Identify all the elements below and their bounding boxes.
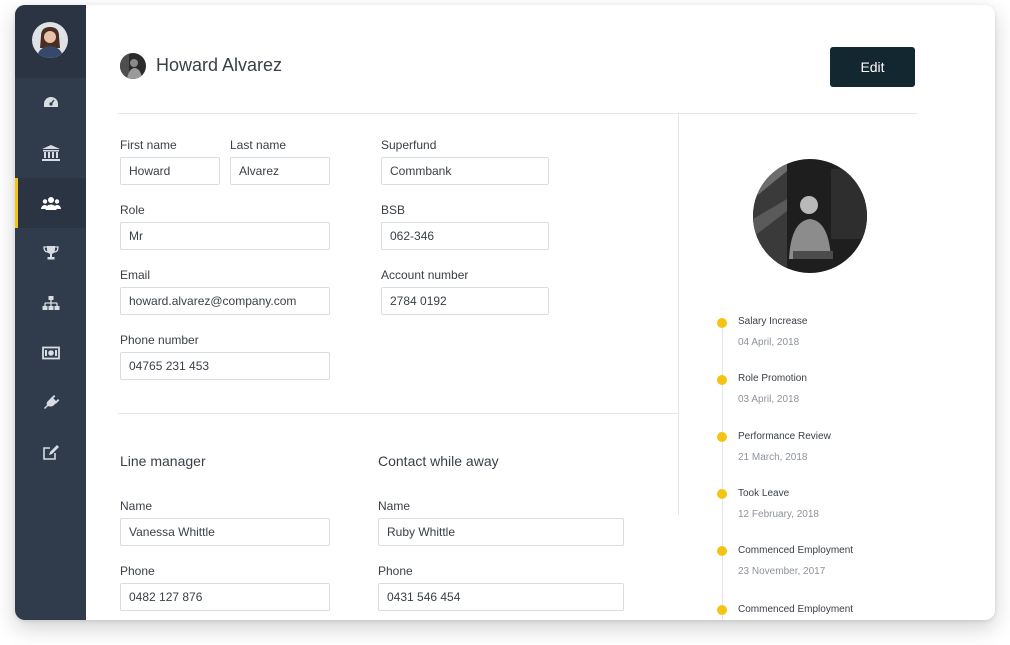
superfund-field[interactable]: Commbank [381,157,549,185]
bank-icon [41,145,60,161]
timeline-dot [717,489,727,499]
timeline-event-date: 21 March, 2018 [738,452,808,463]
sidebar-item-awards[interactable] [15,228,86,278]
sidebar [15,5,86,620]
account-number-field[interactable]: 2784 0192 [381,287,549,315]
dashboard-icon [43,97,58,107]
timeline-event-date: 03 April, 2018 [738,394,800,405]
section-divider [118,413,678,414]
contact-away-title: Contact while away [378,453,499,469]
sidebar-item-bank[interactable] [15,128,86,178]
last-name-field[interactable]: Alvarez [230,157,330,185]
header-divider [118,113,918,114]
bsb-field[interactable]: 062-346 [381,222,549,250]
first-name-label: First name [120,138,177,152]
timeline-dot [717,546,727,556]
app-window: Howard Alvarez Edit First name Howard La… [15,5,995,620]
timeline-event-date: 12 February, 2018 [738,509,819,520]
line-manager-phone-field[interactable]: 0482 127 876 [120,583,330,611]
line-manager-phone-label: Phone [120,564,155,578]
timeline-line [722,323,723,620]
sidebar-item-payroll[interactable] [15,328,86,378]
contact-away-name-field[interactable]: Ruby Whittle [378,518,624,546]
sidebar-item-org-chart[interactable] [15,278,86,328]
role-field[interactable]: Mr [120,222,330,250]
trophy-icon [42,246,59,260]
contact-away-name-label: Name [378,499,411,513]
money-icon [41,346,60,360]
sidebar-item-integrations[interactable] [15,378,86,428]
line-manager-name-field[interactable]: Vanessa Whittle [120,518,330,546]
timeline-dot [717,318,727,328]
profile-avatar-small [120,53,146,79]
timeline-event-title: Commenced Employment [738,604,854,615]
contact-away-phone-field[interactable]: 0431 546 454 [378,583,624,611]
last-name-label: Last name [230,138,287,152]
line-manager-title: Line manager [120,453,206,469]
timeline-event-title: Role Promotion [738,373,807,384]
timeline-dot [717,375,727,385]
email-field[interactable]: howard.alvarez@company.com [120,287,330,315]
sidebar-item-people[interactable] [15,178,86,228]
page-title: Howard Alvarez [156,55,283,75]
bsb-label: BSB [381,203,406,217]
plug-icon [43,395,59,409]
email-label: Email [120,268,151,282]
sidebar-item-notes[interactable] [15,428,86,478]
timeline-dot [717,432,727,442]
contact-away-phone-label: Phone [378,564,413,578]
role-label: Role [120,203,145,217]
sitemap-icon [42,296,59,310]
edit-button[interactable]: Edit [830,47,915,87]
timeline-event-date: 04 April, 2018 [738,337,800,348]
superfund-label: Superfund [381,138,437,152]
timeline-event-title: Salary Increase [738,316,808,327]
user-avatar[interactable] [32,22,68,58]
sidebar-item-dashboard[interactable] [15,78,86,128]
profile-photo [753,159,867,273]
timeline-event-title: Commenced Employment [738,545,854,556]
phone-field[interactable]: 04765 231 453 [120,352,330,380]
phone-label: Phone number [120,333,199,347]
timeline-event-title: Took Leave [738,488,790,499]
sidebar-avatar-area [15,5,86,78]
timeline-event-title: Performance Review [738,431,831,442]
users-icon [40,197,61,210]
column-divider [678,113,679,515]
first-name-field[interactable]: Howard [120,157,220,185]
timeline-dot [717,605,727,615]
account-number-label: Account number [381,268,469,282]
edit-icon [42,445,59,460]
timeline-event-date: 23 November, 2017 [738,566,826,577]
line-manager-name-label: Name [120,499,153,513]
